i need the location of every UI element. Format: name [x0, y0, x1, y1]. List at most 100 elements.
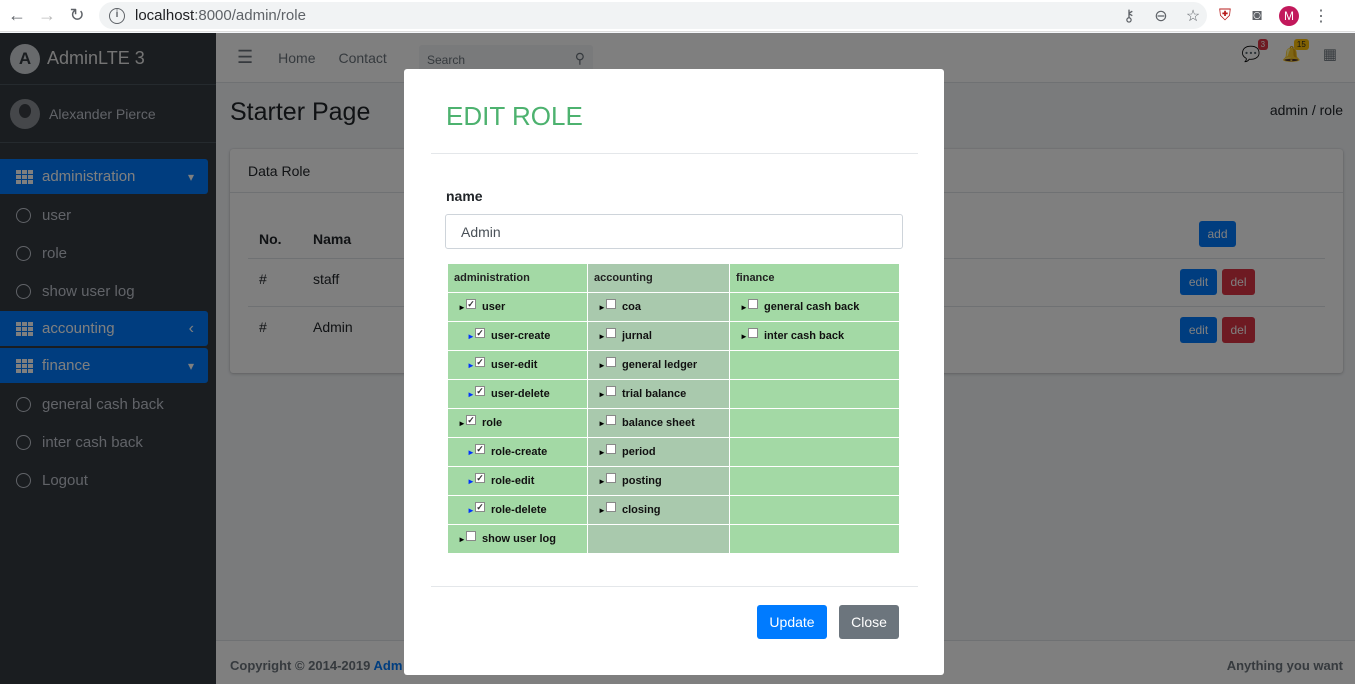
- permission-item[interactable]: ► balance sheet: [588, 415, 729, 429]
- permission-item[interactable]: ► ✓ user-create: [448, 328, 587, 342]
- permission-label: balance sheet: [622, 417, 695, 429]
- expand-arrow-icon[interactable]: ►: [598, 361, 606, 370]
- permission-item[interactable]: ► ✓ role-delete: [448, 502, 587, 516]
- permission-item[interactable]: ► closing: [588, 502, 729, 516]
- expand-arrow-icon[interactable]: ►: [467, 332, 475, 341]
- key-icon[interactable]: ⚷: [1113, 0, 1145, 32]
- expand-arrow-icon[interactable]: ►: [740, 332, 748, 341]
- expand-arrow-icon[interactable]: ►: [458, 303, 466, 312]
- zoom-icon[interactable]: ⊖: [1145, 0, 1177, 32]
- close-button[interactable]: Close: [839, 605, 899, 639]
- more-menu-icon[interactable]: ⋮: [1305, 0, 1337, 32]
- expand-arrow-icon[interactable]: ►: [598, 390, 606, 399]
- expand-arrow-icon[interactable]: ►: [458, 535, 466, 544]
- permission-label: user: [482, 301, 506, 313]
- expand-arrow-icon[interactable]: ►: [467, 390, 475, 399]
- expand-arrow-icon[interactable]: ►: [598, 419, 606, 428]
- permission-checkbox[interactable]: ✓: [466, 299, 476, 309]
- expand-arrow-icon[interactable]: ►: [598, 448, 606, 457]
- camera-icon[interactable]: ◙: [1241, 0, 1273, 32]
- permission-item[interactable]: ► ✓ user-edit: [448, 357, 587, 371]
- permission-item[interactable]: ► ✓ role-create: [448, 444, 587, 458]
- permission-item[interactable]: ► general cash back: [730, 299, 899, 313]
- permission-item[interactable]: ► period: [588, 444, 729, 458]
- reload-icon[interactable]: ↻: [62, 1, 92, 31]
- permission-checkbox[interactable]: [606, 502, 616, 512]
- permission-item[interactable]: ► inter cash back: [730, 328, 899, 342]
- expand-arrow-icon[interactable]: ►: [458, 419, 466, 428]
- shield-icon[interactable]: ⛨: [1209, 0, 1241, 32]
- permission-checkbox[interactable]: [606, 415, 616, 425]
- permission-cell: ► ✓ user-edit: [448, 351, 588, 380]
- update-button[interactable]: Update: [757, 605, 827, 639]
- permission-checkbox[interactable]: [748, 299, 758, 309]
- permission-item[interactable]: ► coa: [588, 299, 729, 313]
- permission-checkbox[interactable]: ✓: [475, 328, 485, 338]
- forward-icon[interactable]: →: [32, 1, 62, 31]
- permission-cell: ► ✓ user-create: [448, 322, 588, 351]
- expand-arrow-icon[interactable]: ►: [598, 477, 606, 486]
- back-icon[interactable]: ←: [2, 1, 32, 31]
- permission-item[interactable]: ► ✓ user: [448, 299, 587, 313]
- table-row: ► ✓ role-edit ► posting: [448, 467, 900, 496]
- browser-toolbar: ← → ↻ i localhost:8000/admin/role ⚷ ⊖ ☆ …: [0, 0, 1355, 32]
- divider: [431, 586, 918, 587]
- permission-item[interactable]: ► ✓ user-delete: [448, 386, 587, 400]
- permission-checkbox[interactable]: [606, 386, 616, 396]
- permission-cell: ► ✓ user: [448, 293, 588, 322]
- permission-item[interactable]: ► ✓ role-edit: [448, 473, 587, 487]
- permission-cell: [730, 438, 900, 467]
- permission-cell: ► posting: [588, 467, 730, 496]
- permission-checkbox[interactable]: ✓: [475, 502, 485, 512]
- permission-label: closing: [622, 504, 661, 516]
- table-row: ► ✓ role ► balance sheet: [448, 409, 900, 438]
- permission-checkbox[interactable]: ✓: [475, 357, 485, 367]
- permission-checkbox[interactable]: [606, 299, 616, 309]
- permission-label: user-edit: [491, 359, 538, 371]
- permission-checkbox[interactable]: [466, 531, 476, 541]
- permission-checkbox[interactable]: [606, 357, 616, 367]
- permission-label: role: [482, 417, 503, 429]
- permission-checkbox[interactable]: ✓: [475, 386, 485, 396]
- permission-item[interactable]: ► posting: [588, 473, 729, 487]
- expand-arrow-icon[interactable]: ►: [467, 506, 475, 515]
- permission-checkbox[interactable]: [748, 328, 758, 338]
- expand-arrow-icon[interactable]: ►: [598, 303, 606, 312]
- url-text: localhost:8000/admin/role: [135, 7, 306, 24]
- permission-cell: [730, 380, 900, 409]
- address-bar[interactable]: i localhost:8000/admin/role: [99, 2, 1207, 29]
- permission-item[interactable]: ► ✓ role: [448, 415, 587, 429]
- table-row: ► ✓ user-create ► jurnal ► inter cash back: [448, 322, 900, 351]
- permission-checkbox[interactable]: [606, 473, 616, 483]
- permission-item[interactable]: ► trial balance: [588, 386, 729, 400]
- expand-arrow-icon[interactable]: ►: [598, 332, 606, 341]
- permission-item[interactable]: ► jurnal: [588, 328, 729, 342]
- permission-checkbox[interactable]: ✓: [475, 473, 485, 483]
- permission-checkbox[interactable]: ✓: [466, 415, 476, 425]
- expand-arrow-icon[interactable]: ►: [598, 506, 606, 515]
- permission-checkbox[interactable]: ✓: [475, 444, 485, 454]
- permission-item[interactable]: ► show user log: [448, 531, 587, 545]
- profile-avatar[interactable]: M: [1273, 0, 1305, 32]
- permission-label: show user log: [482, 533, 556, 545]
- divider: [431, 153, 918, 154]
- table-row: ► ✓ user-edit ► general ledger: [448, 351, 900, 380]
- permission-cell: ► general ledger: [588, 351, 730, 380]
- permission-checkbox[interactable]: [606, 328, 616, 338]
- permission-item[interactable]: ► general ledger: [588, 357, 729, 371]
- permission-cell: ► trial balance: [588, 380, 730, 409]
- permission-cell: ► period: [588, 438, 730, 467]
- permission-label: user-delete: [491, 388, 550, 400]
- expand-arrow-icon[interactable]: ►: [467, 361, 475, 370]
- expand-arrow-icon[interactable]: ►: [467, 477, 475, 486]
- permission-cell: ► ✓ role-create: [448, 438, 588, 467]
- table-row: ► show user log: [448, 525, 900, 554]
- expand-arrow-icon[interactable]: ►: [740, 303, 748, 312]
- permission-cell: ► ✓ role: [448, 409, 588, 438]
- permission-checkbox[interactable]: [606, 444, 616, 454]
- site-info-icon[interactable]: i: [109, 7, 125, 24]
- expand-arrow-icon[interactable]: ►: [467, 448, 475, 457]
- name-field[interactable]: [445, 214, 903, 249]
- star-icon[interactable]: ☆: [1177, 0, 1209, 32]
- column-header-accounting: accounting: [588, 264, 730, 293]
